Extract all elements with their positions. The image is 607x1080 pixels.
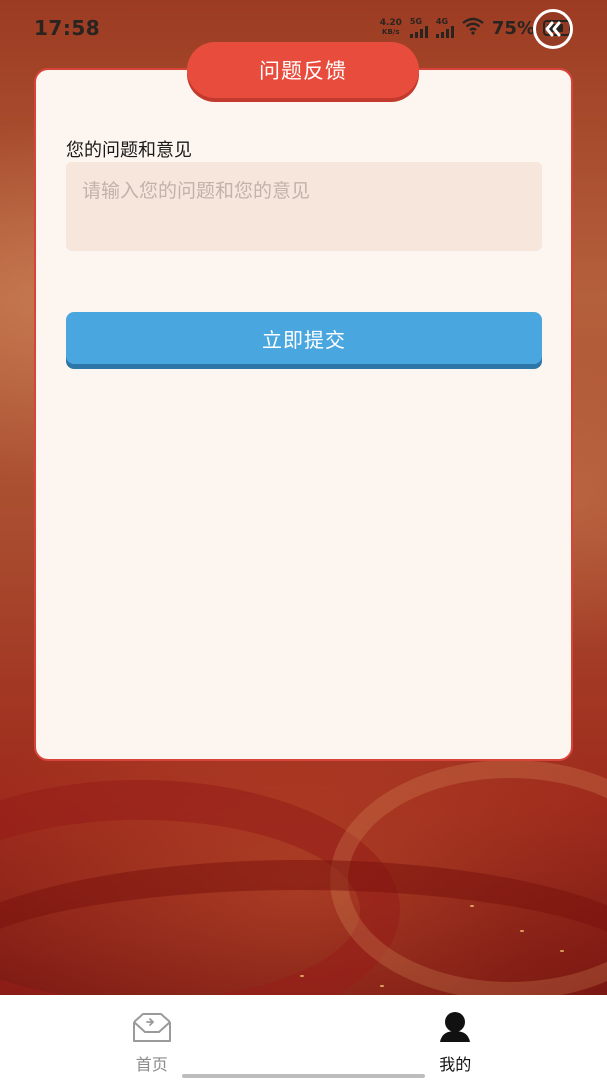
- feedback-input[interactable]: [66, 162, 542, 251]
- chevron-left-icon: [545, 21, 561, 37]
- network-speed-value: 4.20: [379, 18, 402, 28]
- home-indicator[interactable]: [182, 1074, 425, 1078]
- page-title: 问题反馈: [187, 42, 419, 98]
- user-icon: [433, 1009, 477, 1045]
- network-speed-unit: KB/s: [382, 28, 400, 36]
- nav-label-mine: 我的: [439, 1055, 472, 1074]
- cell-signal-4g-icon: 4G: [435, 18, 454, 38]
- cell-signal-5g-icon: 5G: [409, 18, 428, 38]
- status-time: 17:58: [34, 16, 101, 40]
- feedback-field-label: 您的问题和意见: [66, 140, 192, 161]
- battery-percent: 75%: [491, 17, 535, 39]
- submit-button[interactable]: 立即提交: [66, 312, 542, 364]
- nav-label-home: 首页: [135, 1055, 168, 1074]
- network-speed: 4.20 KB/s: [380, 19, 402, 37]
- back-button[interactable]: [533, 9, 573, 49]
- wifi-icon: [462, 17, 484, 39]
- home-icon: [130, 1009, 174, 1045]
- nav-item-mine[interactable]: 我的: [304, 995, 607, 1080]
- bottom-nav: 首页 我的: [0, 995, 607, 1080]
- nav-item-home[interactable]: 首页: [0, 995, 304, 1080]
